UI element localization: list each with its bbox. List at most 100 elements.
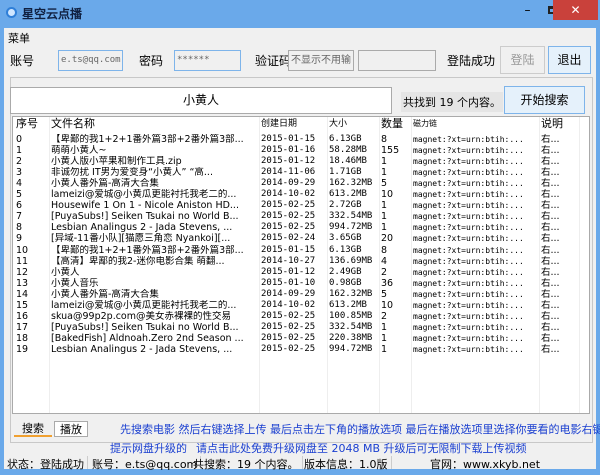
table-row[interactable]: 7 [PuyaSubs!] Seiken Tsukai no World B...… — [13, 211, 589, 222]
table-cell: 613.2MB — [329, 299, 367, 310]
column-header[interactable]: 创建日期 — [261, 117, 327, 131]
table-row[interactable]: 10 【卑鄙的我1+2+1番外篇3部+2番外篇3部... 2015-01-15 6.1… — [13, 245, 589, 256]
login-status: 登陆成功 — [447, 54, 496, 68]
table-cell: 2014-10-02 — [261, 189, 316, 200]
table-cell: 58.28MB — [329, 145, 367, 156]
app-icon — [6, 7, 17, 18]
table-cell: 3 — [16, 167, 23, 179]
table-cell: magnet:?xt=urn:btih:... — [413, 157, 524, 167]
status-account: 账号：e.ts@qq.com — [89, 456, 202, 471]
login-button[interactable]: 登陆 — [500, 46, 545, 74]
table-cell: 20 — [381, 233, 394, 245]
table-cell: 8 — [381, 244, 388, 256]
captcha-input[interactable]: 不显示不用输 — [288, 50, 354, 71]
table-row[interactable]: 5 lameizi@爱城@小黄瓜更能衬托我老二的... 2014-10-02 613.… — [13, 189, 589, 200]
table-cell: 4 — [381, 255, 388, 267]
table-row[interactable]: 9 [异域-11番小队][猫愿三角恋 Nyankoi][... 2015-02-24… — [13, 233, 589, 244]
table-cell: 右... — [541, 145, 560, 157]
table-cell: 0 — [16, 134, 23, 145]
table-cell: 136.69MB — [329, 255, 373, 266]
table-header: 序号 文件名称 创建日期 大小 数量 磁力链 说明 — [13, 117, 589, 131]
tab-search[interactable]: 搜索 — [14, 421, 52, 437]
table-cell: 994.72MB — [329, 343, 373, 354]
table-cell: 9 — [16, 233, 23, 245]
account-label: 账号 — [10, 54, 35, 68]
table-cell: 12 — [16, 266, 29, 278]
table-cell: 1 — [381, 321, 388, 333]
table-row[interactable]: 3 非诚勿扰 IT男为爱变身“小黄人” “高... 2014-11-06 1.71GB… — [13, 167, 589, 178]
minimize-button[interactable]: – — [515, 0, 540, 20]
table-cell: 1 — [381, 200, 388, 212]
table-cell: 4 — [16, 178, 23, 190]
logout-button[interactable]: 退出 — [548, 46, 591, 74]
column-header[interactable]: 磁力链 — [413, 117, 537, 131]
tab-play[interactable]: 播放 — [54, 421, 88, 437]
table-cell: 5 — [381, 178, 388, 190]
table-row[interactable]: 8 Lesbian Analingus 2 - Jada Stevens, ...… — [13, 222, 589, 233]
table-cell: 右... — [541, 167, 560, 179]
table-cell: 【卑鄙的我1+2+1番外篇3部+2番外篇3部... — [51, 134, 244, 145]
table-row[interactable]: 1 萌萌小黄人~ 2015-01-16 58.28MB 155 magnet:?xt=ur… — [13, 145, 589, 156]
table-cell: magnet:?xt=urn:btih:... — [413, 245, 524, 255]
table-cell: 7 — [16, 211, 23, 223]
table-row[interactable]: 19 Lesbian Analingus 2 - Jada Stevens, ..… — [13, 344, 589, 355]
table-cell: 19 — [16, 343, 29, 355]
table-cell: 10 — [381, 299, 394, 311]
table-cell: 2014-10-27 — [261, 255, 316, 266]
table-cell: 6.13GB — [329, 134, 362, 144]
table-cell: lameizi@爱城@小黄瓜更能衬托我老二的... — [51, 189, 237, 201]
table-cell: 萌萌小黄人~ — [51, 145, 107, 157]
table-cell: [异域-11番小队][猫愿三角恋 Nyankoi][... — [51, 233, 231, 245]
table-cell: 右... — [541, 134, 560, 145]
table-cell: 右... — [541, 211, 560, 223]
table-row[interactable]: 18 [BakedFish] Aldnoah.Zero 2nd Season ..… — [13, 333, 589, 344]
menu-item[interactable]: 菜单 — [8, 30, 30, 46]
search-input[interactable]: 小黄人 — [10, 87, 392, 114]
table-cell: 6.13GB — [329, 244, 362, 255]
table-row[interactable]: 11 【高清】卑鄙的我2-迷你电影合集 萌翻... 2014-10-27 136.69… — [13, 256, 589, 267]
table-row[interactable]: 4 小黄人番外篇-高清大合集 2014-09-29 162.32MB 5 magnet:?… — [13, 178, 589, 189]
captcha-label: 验证码 — [255, 54, 292, 68]
table-cell: magnet:?xt=urn:btih:... — [413, 322, 524, 332]
table-cell: 162.32MB — [329, 288, 373, 299]
table-cell: magnet:?xt=urn:btih:... — [413, 146, 524, 156]
search-button[interactable]: 开始搜索 — [504, 86, 585, 114]
table-cell: magnet:?xt=urn:btih:... — [413, 256, 524, 266]
table-cell: magnet:?xt=urn:btih:... — [413, 278, 524, 288]
table-cell: 13 — [16, 277, 29, 289]
table-row[interactable]: 13 小黄人音乐 2015-01-10 0.98GB 36 magnet:?xt=urn:… — [13, 278, 589, 289]
table-cell: 1 — [381, 211, 388, 223]
status-website[interactable]: 官网：www.xkyb.net — [427, 456, 543, 471]
table-row[interactable]: 6 Housewife 1 On 1 - Nicole Aniston HD...… — [13, 200, 589, 211]
upgrade-link[interactable]: 请点击此处免费升级网盘至 2048 MB 升级后可无限制下载上传视频 — [196, 440, 527, 456]
table-cell: 1 — [381, 167, 388, 179]
table-row[interactable]: 0 【卑鄙的我1+2+1番外篇3部+2番外篇3部... 2015-01-15 6.13… — [13, 134, 589, 145]
table-cell: 2014-09-29 — [261, 178, 316, 189]
table-cell: 2 — [381, 266, 388, 278]
table-cell: 5 — [381, 288, 388, 300]
table-row[interactable]: 12 小黄人 2015-01-12 2.49GB 2 magnet:?xt=urn:bti… — [13, 267, 589, 278]
column-header[interactable]: 文件名称 — [51, 117, 257, 131]
table-cell: 2014-10-02 — [261, 299, 316, 310]
table-cell: [PuyaSubs!] Seiken Tsukai no World B... — [51, 321, 239, 333]
table-cell: 右... — [541, 321, 560, 333]
table-cell: 10 — [381, 189, 394, 201]
table-cell: 0.98GB — [329, 277, 362, 288]
account-input[interactable]: e.ts@qq.com — [58, 50, 123, 71]
table-cell: Housewife 1 On 1 - Nicole Aniston HD... — [51, 200, 239, 212]
column-header[interactable]: 大小 — [329, 117, 377, 131]
table-cell: 8 — [16, 222, 23, 234]
password-input[interactable]: ****** — [174, 50, 241, 71]
table-row[interactable]: 14 小黄人番外篇-高清大合集 2014-09-29 162.32MB 5 magnet:… — [13, 289, 589, 300]
table-row[interactable]: 2 小黄人版小苹果和制作工具.zip 2015-01-12 18.46MB 1 magne… — [13, 156, 589, 167]
table-row[interactable]: 16 skua@99p2p.com@美女赤裸裸的性交易 2015-02-25 100.… — [13, 311, 589, 322]
column-header[interactable]: 序号 — [16, 117, 50, 131]
table-cell: 右... — [541, 310, 560, 322]
close-button[interactable]: ✕ — [553, 0, 598, 20]
table-cell: 右... — [541, 233, 560, 245]
table-row[interactable]: 15 lameizi@爱城@小黄瓜更能衬托我老二的... 2014-10-02 613… — [13, 300, 589, 311]
table-row[interactable]: 17 [PuyaSubs!] Seiken Tsukai no World B..… — [13, 322, 589, 333]
column-header[interactable]: 说明 — [541, 117, 577, 131]
table-cell: 155 — [381, 145, 400, 157]
column-header[interactable]: 数量 — [381, 117, 411, 131]
